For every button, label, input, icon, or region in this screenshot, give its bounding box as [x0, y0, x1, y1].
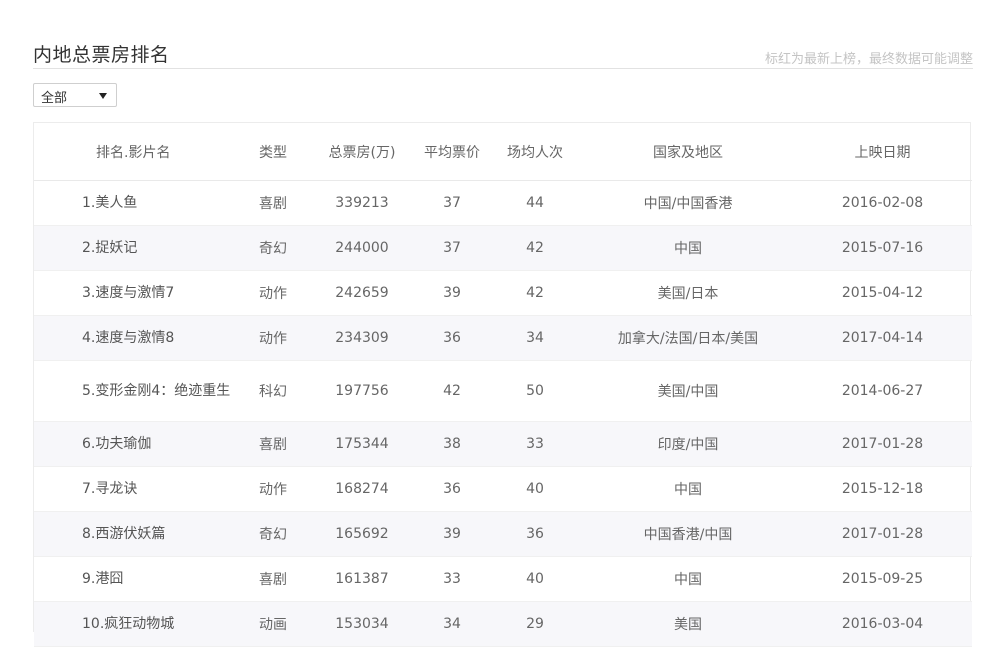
movie-avg: 33 [487, 421, 583, 467]
movie-avg: 42 [487, 270, 583, 316]
movie-date: 2015-12-18 [793, 466, 972, 512]
table-row[interactable]: 4.速度与激情8 动作 234309 36 34 加拿大/法国/日本/美国 20… [34, 315, 972, 361]
header-note: 标红为最新上榜，最终数据可能调整 [764, 52, 973, 67]
movie-country: 中国/中国香港 [583, 180, 793, 226]
table-row[interactable]: 2.捉妖记 奇幻 244000 37 42 中国 2015-07-16 [34, 225, 972, 271]
movie-type: 动作 [239, 466, 307, 512]
movie-country: 中国 [583, 556, 793, 602]
movie-country: 印度/中国 [583, 421, 793, 467]
table-row[interactable]: 6.功夫瑜伽 喜剧 175344 38 33 印度/中国 2017-01-28 [34, 421, 972, 467]
table-row[interactable]: 9.港囧 喜剧 161387 33 40 中国 2015-09-25 [34, 556, 972, 602]
dropdown-arrow-icon [99, 93, 107, 99]
movie-price: 39 [417, 511, 487, 557]
movie-type: 奇幻 [239, 225, 307, 271]
movie-type: 动作 [239, 315, 307, 361]
table-row[interactable]: 8.西游伏妖篇 奇幻 165692 39 36 中国香港/中国 2017-01-… [34, 511, 972, 557]
movie-name: 7.寻龙诀 [34, 466, 239, 512]
movie-type: 动画 [239, 601, 307, 647]
movie-price: 36 [417, 315, 487, 361]
column-header-country: 国家及地区 [583, 123, 793, 181]
movie-name: 2.捉妖记 [34, 225, 239, 271]
category-select[interactable]: 全部 [33, 83, 117, 107]
movie-price: 34 [417, 601, 487, 647]
movie-date: 2016-03-04 [793, 601, 972, 647]
movie-avg: 50 [487, 360, 583, 422]
movie-avg: 36 [487, 511, 583, 557]
movie-type: 喜剧 [239, 180, 307, 226]
movie-name: 4.速度与激情8 [34, 315, 239, 361]
box-office-table: 排名.影片名 类型 总票房(万) 平均票价 场均人次 国家及地区 上映日期 1.… [33, 122, 972, 647]
table-row[interactable]: 10.疯狂动物城 动画 153034 34 29 美国 2016-03-04 [34, 601, 972, 647]
header: 内地总票房排名 标红为最新上榜，最终数据可能调整 [33, 38, 973, 69]
movie-gross: 244000 [307, 225, 417, 271]
column-header-price: 平均票价 [417, 123, 487, 181]
movie-country: 加拿大/法国/日本/美国 [583, 315, 793, 361]
movie-name: 3.速度与激情7 [34, 270, 239, 316]
movie-price: 36 [417, 466, 487, 512]
table-header-row: 排名.影片名 类型 总票房(万) 平均票价 场均人次 国家及地区 上映日期 [34, 123, 972, 181]
movie-price: 39 [417, 270, 487, 316]
movie-date: 2016-02-08 [793, 180, 972, 226]
movie-avg: 40 [487, 466, 583, 512]
movie-type: 科幻 [239, 360, 307, 422]
movie-country: 美国/日本 [583, 270, 793, 316]
movie-country: 中国 [583, 466, 793, 512]
movie-gross: 339213 [307, 180, 417, 226]
movie-type: 喜剧 [239, 421, 307, 467]
movie-name: 8.西游伏妖篇 [34, 511, 239, 557]
movie-price: 37 [417, 225, 487, 271]
movie-name: 1.美人鱼 [34, 180, 239, 226]
page-title: 内地总票房排名 [33, 44, 170, 66]
movie-date: 2014-06-27 [793, 360, 972, 422]
movie-avg: 42 [487, 225, 583, 271]
movie-price: 33 [417, 556, 487, 602]
category-select-value: 全部 [41, 91, 68, 106]
table-row[interactable]: 5.变形金刚4：绝迹重生 科幻 197756 42 50 美国/中国 2014-… [34, 360, 972, 422]
movie-country: 中国香港/中国 [583, 511, 793, 557]
movie-gross: 197756 [307, 360, 417, 422]
movie-type: 奇幻 [239, 511, 307, 557]
movie-gross: 175344 [307, 421, 417, 467]
movie-gross: 242659 [307, 270, 417, 316]
column-header-name: 排名.影片名 [34, 123, 239, 181]
movie-price: 38 [417, 421, 487, 467]
column-header-gross: 总票房(万) [307, 123, 417, 181]
movie-date: 2015-09-25 [793, 556, 972, 602]
movie-avg: 34 [487, 315, 583, 361]
movie-name: 9.港囧 [34, 556, 239, 602]
movie-date: 2017-01-28 [793, 421, 972, 467]
movie-date: 2015-07-16 [793, 225, 972, 271]
movie-avg: 44 [487, 180, 583, 226]
column-header-avg-attendance: 场均人次 [487, 123, 583, 181]
movie-date: 2015-04-12 [793, 270, 972, 316]
movie-gross: 161387 [307, 556, 417, 602]
movie-type: 动作 [239, 270, 307, 316]
table-row[interactable]: 1.美人鱼 喜剧 339213 37 44 中国/中国香港 2016-02-08 [34, 180, 972, 226]
movie-gross: 234309 [307, 315, 417, 361]
movie-country: 美国/中国 [583, 360, 793, 422]
movie-name: 10.疯狂动物城 [34, 601, 239, 647]
movie-date: 2017-04-14 [793, 315, 972, 361]
movie-name: 6.功夫瑜伽 [34, 421, 239, 467]
movie-country: 美国 [583, 601, 793, 647]
movie-type: 喜剧 [239, 556, 307, 602]
movie-avg: 40 [487, 556, 583, 602]
movie-gross: 165692 [307, 511, 417, 557]
movie-gross: 153034 [307, 601, 417, 647]
movie-country: 中国 [583, 225, 793, 271]
column-header-release-date: 上映日期 [793, 123, 972, 181]
movie-gross: 168274 [307, 466, 417, 512]
movie-name: 5.变形金刚4：绝迹重生 [34, 360, 239, 422]
movie-avg: 29 [487, 601, 583, 647]
movie-price: 37 [417, 180, 487, 226]
table-row[interactable]: 3.速度与激情7 动作 242659 39 42 美国/日本 2015-04-1… [34, 270, 972, 316]
movie-date: 2017-01-28 [793, 511, 972, 557]
table-row[interactable]: 7.寻龙诀 动作 168274 36 40 中国 2015-12-18 [34, 466, 972, 512]
column-header-type: 类型 [239, 123, 307, 181]
movie-price: 42 [417, 360, 487, 422]
